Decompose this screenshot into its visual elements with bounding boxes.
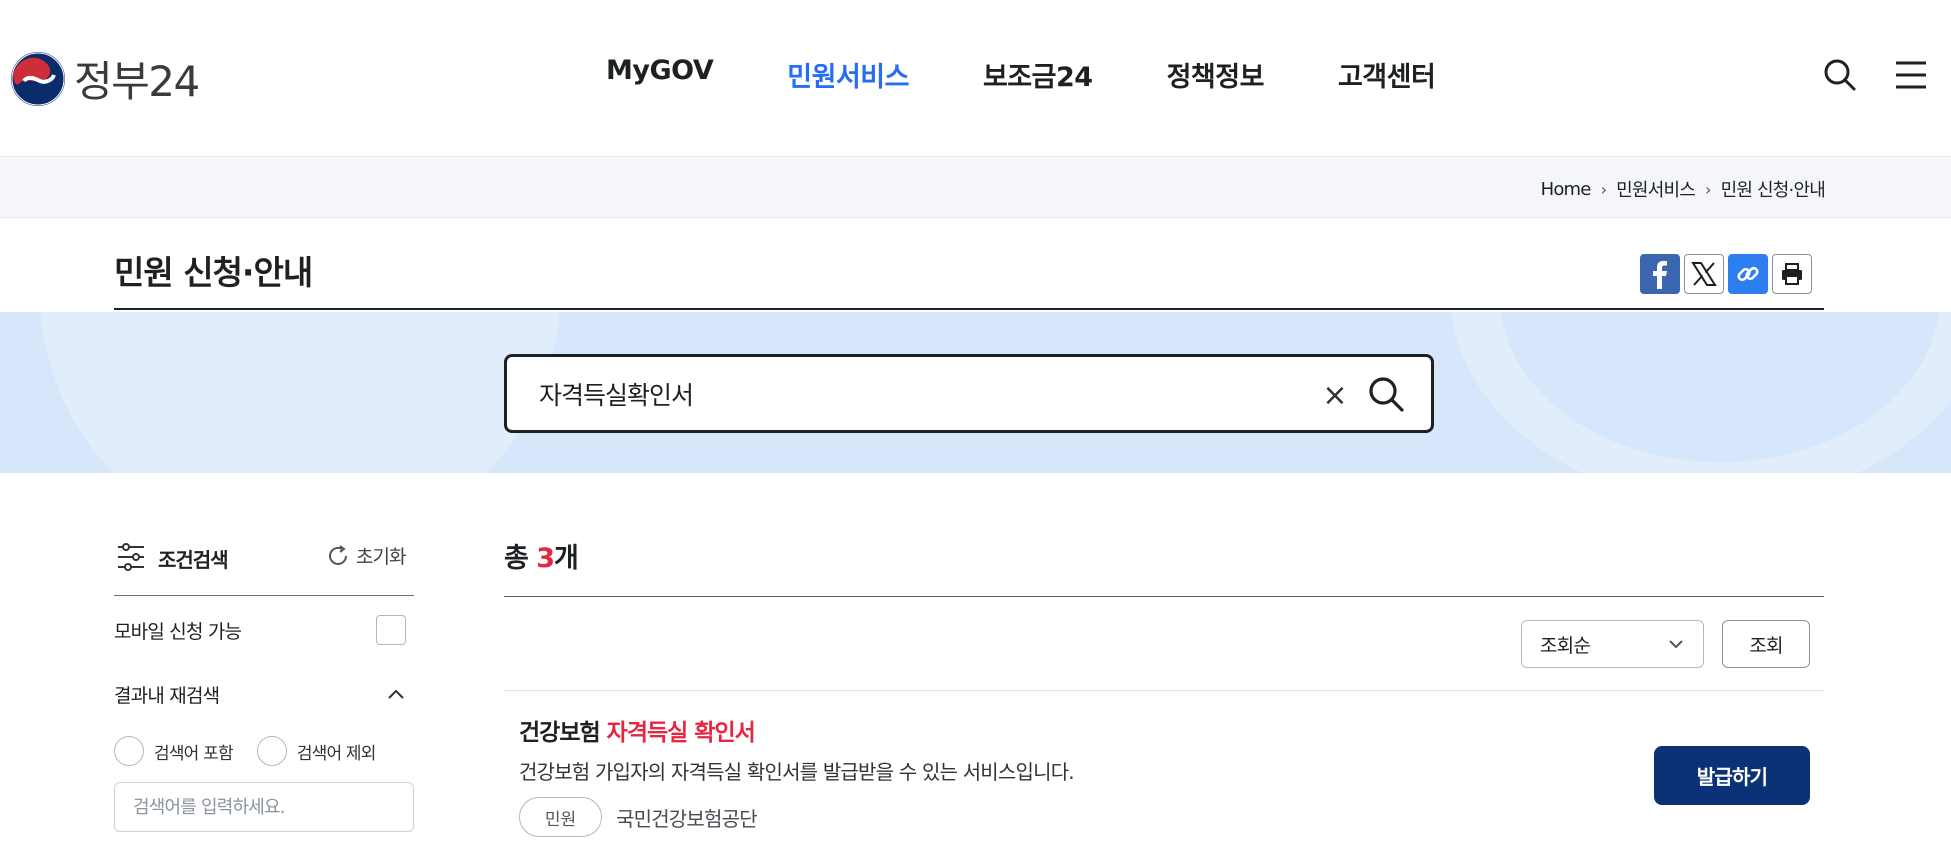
page-title: 민원 신청·안내 <box>114 253 313 292</box>
gov24-logo[interactable]: 정부24 <box>10 48 200 109</box>
result-item: 건강보험 자격득실 확인서 건강보험 가입자의 자격득실 확인서를 발급받을 수… <box>504 691 1824 860</box>
mobile-available-filter: 모바일 신청 가능 <box>114 612 414 648</box>
x-share-button[interactable] <box>1684 254 1724 294</box>
results-divider <box>504 596 1824 597</box>
facebook-share-button[interactable] <box>1640 254 1680 294</box>
nav-mygov[interactable]: MyGOV <box>606 55 714 94</box>
close-icon: × <box>1322 377 1348 413</box>
keyword-mode-radios: 검색어 포함 검색어 제외 <box>114 736 400 766</box>
breadcrumb: Home › 민원서비스 › 민원 신청·안내 <box>1541 176 1826 202</box>
total-count: 3 <box>536 543 555 574</box>
include-keyword-label: 검색어 포함 <box>154 743 234 764</box>
facebook-icon <box>1653 261 1667 289</box>
print-icon <box>1782 263 1802 285</box>
site-header: 정부24 MyGOV 민원서비스 보조금24 정책정보 고객센터 <box>0 0 1951 157</box>
search-within-results-label: 결과내 재검색 <box>114 684 220 707</box>
chevron-down-icon <box>1669 640 1683 649</box>
nav-civil-services[interactable]: 민원서비스 <box>787 55 909 94</box>
search-input[interactable] <box>539 375 1299 413</box>
nav-policy-info[interactable]: 정책정보 <box>1167 55 1265 94</box>
share-toolbar <box>1640 254 1812 294</box>
print-button[interactable] <box>1772 254 1812 294</box>
copy-link-button[interactable] <box>1728 254 1768 294</box>
results-total: 총 3개 <box>504 536 579 575</box>
nav-customer-center[interactable]: 고객센터 <box>1338 55 1436 94</box>
result-title[interactable]: 건강보험 자격득실 확인서 <box>519 713 756 747</box>
result-organization: 국민건강보험공단 <box>616 807 758 831</box>
hamburger-menu-icon <box>1896 61 1926 89</box>
sort-select[interactable]: 조회순 <box>1521 620 1704 668</box>
clear-search-button[interactable]: × <box>1317 377 1353 413</box>
sliders-icon <box>118 543 144 571</box>
sort-selected-label: 조회순 <box>1540 634 1591 657</box>
search-icon <box>1824 59 1856 91</box>
exclude-keyword-radio[interactable]: 검색어 제외 <box>256 736 377 766</box>
chevron-right-icon: › <box>1600 179 1607 199</box>
total-prefix: 총 <box>504 543 537 574</box>
nav-subsidy24[interactable]: 보조금24 <box>983 55 1093 94</box>
banner-decoration <box>40 312 560 473</box>
header-search-button[interactable] <box>1820 55 1860 95</box>
title-divider <box>114 308 1824 310</box>
refresh-icon <box>329 544 347 565</box>
breadcrumb-bar: Home › 민원서비스 › 민원 신청·안내 <box>0 158 1951 218</box>
link-icon <box>1737 266 1759 282</box>
filter-header: 조건검색 초기화 <box>114 540 414 596</box>
header-menu-button[interactable] <box>1891 55 1931 95</box>
issue-button[interactable]: 발급하기 <box>1654 746 1810 805</box>
total-suffix: 개 <box>554 543 579 574</box>
search-icon <box>1369 377 1404 412</box>
chevron-up-icon <box>388 689 404 699</box>
chevron-right-icon: › <box>1704 179 1711 199</box>
filter-title: 조건검색 <box>158 548 229 572</box>
search-box: × <box>504 354 1434 433</box>
include-keyword-radio[interactable]: 검색어 포함 <box>114 736 234 766</box>
result-title-prefix: 건강보험 <box>519 720 607 746</box>
logo-text: 정부24 <box>74 57 200 106</box>
reset-button[interactable]: 초기화 <box>326 542 406 569</box>
sort-apply-button[interactable]: 조회 <box>1722 620 1810 668</box>
mobile-available-label: 모바일 신청 가능 <box>114 620 242 643</box>
breadcrumb-civil-services[interactable]: 민원서비스 <box>1616 176 1696 202</box>
search-within-results-toggle[interactable]: 결과내 재검색 <box>114 678 414 710</box>
exclude-keyword-label: 검색어 제외 <box>296 743 377 764</box>
reset-label: 초기화 <box>356 546 406 568</box>
x-icon <box>1691 262 1717 286</box>
radio-circle[interactable] <box>114 736 144 766</box>
result-description: 건강보험 가입자의 자격득실 확인서를 발급받을 수 있는 서비스입니다. <box>519 760 1075 784</box>
taegeuk-logo-icon <box>11 51 65 106</box>
main-navigation: MyGOV 민원서비스 보조금24 정책정보 고객센터 <box>606 55 1509 94</box>
keyword-input[interactable] <box>114 782 414 832</box>
mobile-available-checkbox[interactable] <box>376 615 406 645</box>
radio-circle[interactable] <box>256 736 287 766</box>
breadcrumb-home[interactable]: Home <box>1541 179 1592 200</box>
breadcrumb-current[interactable]: 민원 신청·안내 <box>1721 176 1826 202</box>
result-category-tag: 민원 <box>519 797 602 837</box>
search-submit-button[interactable] <box>1365 373 1407 415</box>
result-title-highlight: 자격득실 확인서 <box>606 720 756 746</box>
